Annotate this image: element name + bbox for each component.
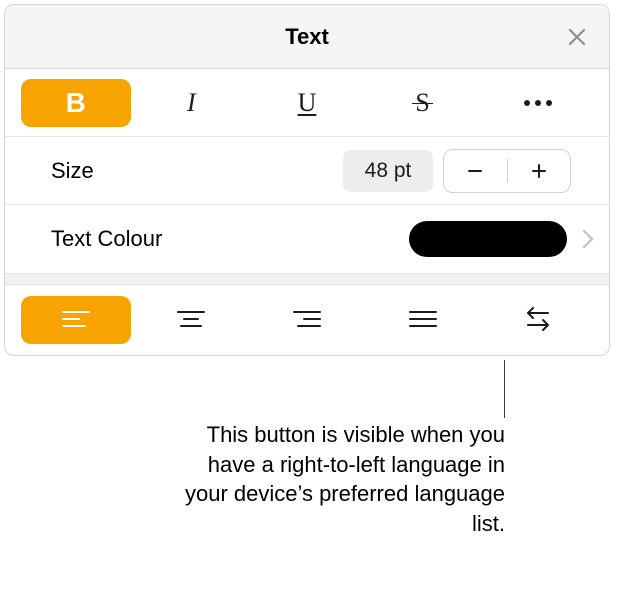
- text-direction-button[interactable]: [483, 296, 593, 344]
- text-format-panel: Text B I U S Size 48 pt: [4, 4, 610, 356]
- italic-icon: I: [187, 90, 196, 116]
- align-center-button[interactable]: [137, 296, 247, 344]
- align-center-icon: [176, 309, 206, 331]
- align-right-icon: [292, 309, 322, 331]
- bold-button[interactable]: B: [21, 79, 131, 127]
- minus-icon: [465, 161, 485, 181]
- align-right-button[interactable]: [252, 296, 362, 344]
- size-increment-button[interactable]: [508, 150, 571, 192]
- align-left-button[interactable]: [21, 296, 131, 344]
- more-styles-button[interactable]: [483, 79, 593, 127]
- alignment-row: [5, 285, 609, 355]
- size-stepper: [443, 149, 571, 193]
- callout-leader-line: [504, 360, 505, 418]
- close-button[interactable]: [563, 23, 591, 51]
- size-label: Size: [51, 158, 343, 184]
- panel-header: Text: [5, 5, 609, 69]
- text-style-row: B I U S: [5, 69, 609, 137]
- chevron-right-icon: [581, 227, 595, 251]
- plus-icon: [529, 161, 549, 181]
- strikethrough-button[interactable]: S: [368, 79, 478, 127]
- panel-title: Text: [285, 24, 329, 50]
- align-justify-icon: [408, 309, 438, 331]
- colour-controls: [409, 221, 609, 257]
- size-value-field[interactable]: 48 pt: [343, 150, 433, 192]
- size-controls: 48 pt: [343, 149, 609, 193]
- align-left-icon: [61, 309, 91, 331]
- bold-icon: B: [66, 89, 86, 117]
- text-colour-row[interactable]: Text Colour: [5, 205, 609, 273]
- callout-text: This button is visible when you have a r…: [175, 420, 505, 539]
- rtl-direction-icon: [522, 307, 554, 333]
- underline-icon: U: [298, 90, 317, 116]
- underline-button[interactable]: U: [252, 79, 362, 127]
- colour-swatch: [409, 221, 567, 257]
- text-colour-label: Text Colour: [51, 226, 409, 252]
- more-icon: [524, 100, 552, 106]
- size-decrement-button[interactable]: [444, 150, 507, 192]
- section-gap: [5, 273, 609, 285]
- close-icon: [565, 25, 589, 49]
- align-justify-button[interactable]: [368, 296, 478, 344]
- italic-button[interactable]: I: [137, 79, 247, 127]
- size-row: Size 48 pt: [5, 137, 609, 205]
- strikethrough-icon: S: [415, 90, 429, 116]
